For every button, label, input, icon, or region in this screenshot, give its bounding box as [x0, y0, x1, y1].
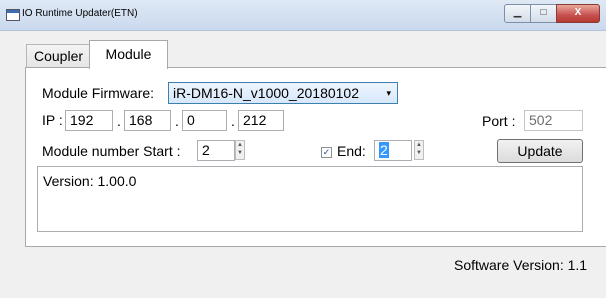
minimize-button[interactable]: ▁ — [504, 4, 531, 23]
module-start-input[interactable]: 2 — [197, 140, 235, 161]
ip-separator: . — [231, 113, 235, 129]
port-input[interactable]: 502 — [524, 110, 583, 131]
close-button[interactable]: X — [556, 4, 600, 23]
app-window: IO Runtime Updater(ETN) ▁ □ X Coupler Mo… — [0, 0, 606, 298]
title-bar[interactable]: IO Runtime Updater(ETN) ▁ □ X — [0, 0, 606, 31]
module-firmware-dropdown[interactable]: iR-DM16-N_v1000_20180102 ▾ — [168, 82, 398, 104]
module-end-stepper[interactable]: ▲ ▼ — [414, 140, 424, 160]
output-log[interactable]: Version: 1.00.0 — [37, 166, 583, 232]
version-text: Version: 1.00.0 — [43, 173, 137, 189]
window-title: IO Runtime Updater(ETN) — [22, 8, 138, 19]
module-start-stepper[interactable]: ▲ ▼ — [235, 140, 245, 160]
update-button[interactable]: Update — [497, 139, 583, 163]
window-controls: ▁ □ X — [504, 4, 600, 23]
ip-octet-4-input[interactable]: 212 — [238, 110, 284, 131]
software-version-label: Software Version: 1.1 — [454, 257, 588, 273]
ip-separator: . — [117, 113, 121, 129]
end-label: End: — [337, 143, 366, 159]
chevron-down-icon: ▾ — [386, 88, 391, 98]
module-end-value: 2 — [379, 142, 389, 158]
ip-octet-3-input[interactable]: 0 — [182, 110, 227, 131]
ip-octet-2-input[interactable]: 168 — [124, 110, 171, 131]
app-icon — [6, 9, 20, 21]
port-label: Port : — [482, 113, 516, 129]
ip-separator: . — [175, 113, 179, 129]
ip-label: IP : — [42, 112, 63, 128]
maximize-button[interactable]: □ — [530, 4, 557, 23]
module-firmware-value: iR-DM16-N_v1000_20180102 — [173, 85, 360, 101]
end-checkbox[interactable]: ✓ — [321, 147, 332, 158]
module-firmware-label: Module Firmware: — [42, 85, 155, 101]
module-end-input[interactable]: 2 — [374, 140, 412, 161]
ip-octet-1-input[interactable]: 192 — [65, 110, 113, 131]
tab-coupler[interactable]: Coupler — [26, 44, 91, 68]
tab-module[interactable]: Module — [89, 40, 168, 69]
module-number-start-label: Module number Start : — [42, 143, 181, 159]
